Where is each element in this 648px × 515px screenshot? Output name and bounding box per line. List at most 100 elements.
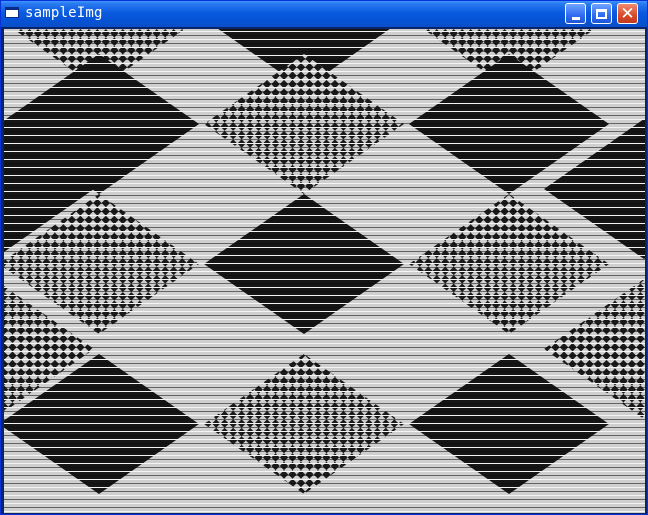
scanline [4,251,645,252]
scanline [4,379,645,380]
scanline [4,499,645,500]
scanline [4,47,645,48]
scanline [4,483,645,484]
scanline [4,411,645,412]
scanline [4,271,645,272]
tile-layer: ealseeealseeealseeealseeealseeealseeeals… [4,29,645,494]
scanline [4,179,645,180]
scanline [4,507,645,508]
scanline [4,55,645,56]
scanline [4,447,645,448]
scanline [4,283,645,284]
scanline [4,351,645,352]
maximize-button[interactable] [591,3,612,24]
minimize-button[interactable] [565,3,586,24]
scanline [4,151,645,152]
scanline [4,435,645,436]
scanline [4,307,645,308]
scanline [4,319,645,320]
scanline [4,187,645,188]
scanline [4,255,645,256]
scanline [4,315,645,316]
scanline [4,87,645,88]
window-title: sampleImg [25,5,103,21]
scanline [4,155,645,156]
scanline [4,91,645,92]
scanline [4,375,645,376]
scanline [4,443,645,444]
scanline [4,299,645,300]
scanline [4,331,645,332]
scanline [4,39,645,40]
app-window: sampleImg ✕ ealsee ealsee ealsee ealsee eals… [0,0,648,515]
image-viewport: ealseeealseeealseeealseeealseeealseeeals… [4,29,645,513]
scanline [4,67,645,68]
scanline [4,219,645,220]
scanline [4,415,645,416]
scanline [4,107,645,108]
scanline [4,191,645,192]
scanline [4,167,645,168]
scanline [4,363,645,364]
scanline [4,395,645,396]
scanline [4,243,645,244]
scanline [4,115,645,116]
scanline [4,31,645,32]
scanline [4,323,645,324]
scanline [4,439,645,440]
scanline [4,103,645,104]
scanline [4,131,645,132]
scanline [4,43,645,44]
scanline [4,467,645,468]
scanline [4,503,645,504]
scanline [4,303,645,304]
scanline [4,195,645,196]
scanline [4,211,645,212]
scanline [4,259,645,260]
scanline [4,183,645,184]
close-button[interactable]: ✕ [617,3,638,24]
scanline [4,343,645,344]
scanline [4,123,645,124]
scanline [4,339,645,340]
scanline [4,479,645,480]
scanline [4,59,645,60]
scanline [4,71,645,72]
scanline [4,387,645,388]
scanline [4,231,645,232]
scanline [4,459,645,460]
scanline [4,207,645,208]
scanline [4,407,645,408]
scanline [4,355,645,356]
scanline [4,431,645,432]
scanline [4,119,645,120]
scanline [4,63,645,64]
scanline [4,471,645,472]
scanline [4,263,645,264]
scanline [4,463,645,464]
scanline [4,399,645,400]
scanline [4,279,645,280]
scanline [4,147,645,148]
scanline [4,143,645,144]
scanline [4,335,645,336]
scanline [4,95,645,96]
close-icon: ✕ [620,3,635,24]
scanline [4,139,645,140]
scanline [4,403,645,404]
scanline [4,239,645,240]
scanline [4,295,645,296]
scanline [4,495,645,496]
scanline [4,383,645,384]
title-bar[interactable]: sampleImg ✕ [1,1,647,27]
sample-image: ealseeealseeealseeealseeealseeealseeeals… [4,29,645,513]
scanline [4,199,645,200]
scanline [4,427,645,428]
scanline [4,127,645,128]
scanline [4,291,645,292]
minimize-icon [571,16,580,20]
scanline [4,215,645,216]
scanline [4,159,645,160]
scanline [4,35,645,36]
scanline [4,75,645,76]
